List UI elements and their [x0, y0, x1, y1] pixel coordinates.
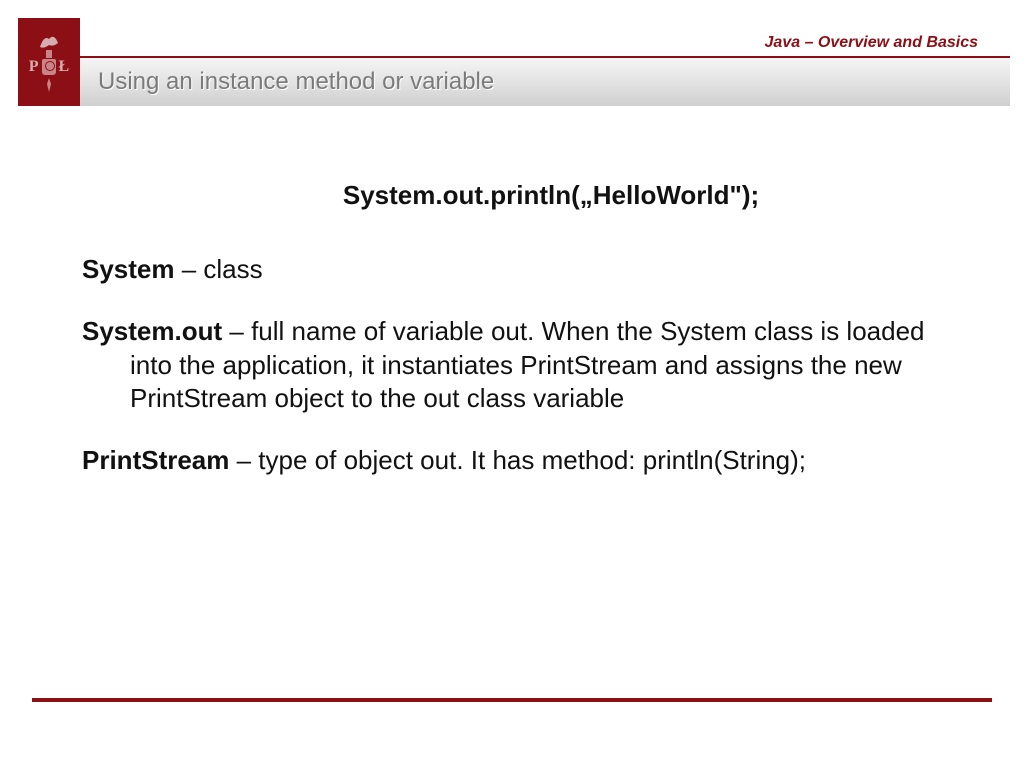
university-logo: P Ł: [18, 18, 80, 106]
footer-rule: [32, 698, 992, 702]
term: System: [82, 254, 175, 284]
slide-content: System.out.println(„HelloWorld"); System…: [82, 180, 960, 506]
tail-icon: [45, 78, 53, 92]
term: System.out: [82, 316, 222, 346]
slide-title-bar: Using an instance method or variable: [80, 58, 1010, 106]
term-desc: – class: [175, 254, 263, 284]
code-headline: System.out.println(„HelloWorld");: [82, 180, 960, 211]
term-desc: – type of object out. It has method: pri…: [229, 445, 806, 475]
shield-icon: [42, 59, 56, 75]
slide-title: Using an instance method or variable: [98, 68, 494, 96]
definition-entry: PrintStream – type of object out. It has…: [82, 444, 960, 478]
course-label: Java – Overview and Basics: [765, 34, 978, 52]
flame-icon: [38, 33, 60, 49]
term: PrintStream: [82, 445, 229, 475]
definition-entry: System – class: [82, 253, 960, 287]
definition-entry: System.out – full name of variable out. …: [82, 315, 960, 416]
term-desc: – full name of variable out. When the Sy…: [130, 316, 925, 414]
